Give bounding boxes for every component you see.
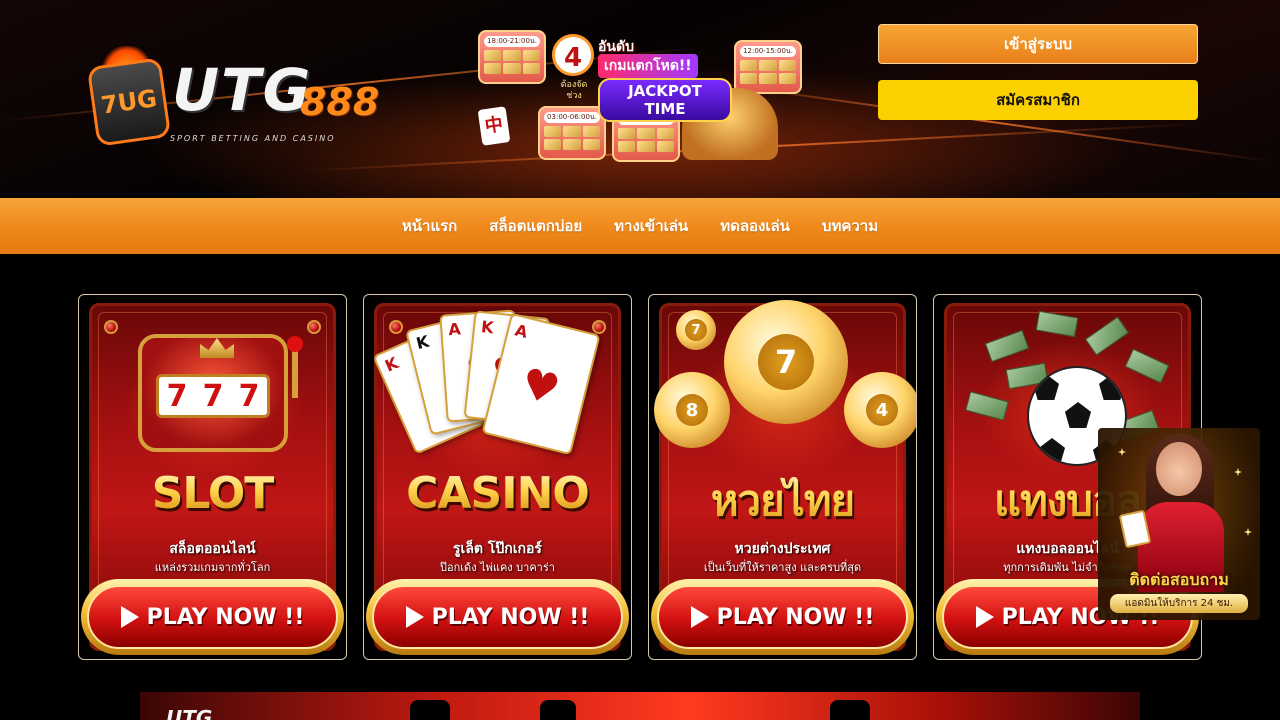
mahjong-tile-icon: 中 <box>477 106 511 146</box>
gem-icon <box>104 320 118 334</box>
site-logo[interactable]: 7UG UTG 888 SPORT BETTING AND CASINO <box>86 46 382 148</box>
promo-rank: 4 <box>552 34 594 76</box>
lottery-ball-icon: 8 <box>654 372 730 448</box>
site-header: 7UG UTG 888 SPORT BETTING AND CASINO 18:… <box>0 0 1280 198</box>
register-button[interactable]: สมัครสมาชิก <box>878 80 1198 120</box>
nav-item-hot-slots[interactable]: สล็อตแตกบ่อย <box>489 214 582 238</box>
logo-badge: 7UG <box>86 57 172 147</box>
play-icon <box>405 606 424 628</box>
play-icon <box>120 606 139 628</box>
crown-icon <box>200 338 234 358</box>
contact-widget[interactable]: ติดต่อสอบถาม แอดมินให้บริการ 24 ชม. <box>1098 428 1260 620</box>
game-subtitle: รูเล็ต โป๊กเกอร์ <box>453 541 542 557</box>
lottery-ball-icon: 4 <box>844 372 916 448</box>
game-subtitle: หวยต่างประเทศ <box>734 541 831 557</box>
nav-item-entrance[interactable]: ทางเข้าเล่น <box>614 214 688 238</box>
play-now-label: PLAY NOW !! <box>146 604 305 630</box>
money-icon <box>1035 310 1079 338</box>
reel-symbol: 7 <box>238 378 260 414</box>
promo-time-card: 12:00-15:00น. <box>734 40 802 94</box>
game-subtitle: สล็อตออนไลน์ <box>169 541 256 557</box>
game-card-lottery[interactable]: 7 7 8 4 หวยไทย หวยต่างประเทศ เป็นเว็บที่… <box>648 294 917 660</box>
play-icon <box>975 606 994 628</box>
bottom-banner[interactable]: UTG <box>140 692 1140 720</box>
game-title: หวยไทย <box>662 468 903 534</box>
play-now-button[interactable]: PLAY NOW !! <box>651 579 914 655</box>
reel-symbol: 7 <box>166 378 188 414</box>
nav-item-home[interactable]: หน้าแรก <box>402 214 457 238</box>
promo-headline: 4 อันดับ เกมแตกโหด!! ต้องจัดช่วง JACKPOT… <box>552 28 732 126</box>
promo-line2: เกมแตกโหด!! <box>598 54 698 78</box>
promo-line3: ต้องจัดช่วง <box>560 80 588 101</box>
logo-tagline: SPORT BETTING AND CASINO <box>170 134 336 143</box>
game-description: ป๊อกเด้ง ไพ่แคง บาคาร่า <box>440 561 555 574</box>
sparkle-icon <box>1234 468 1242 476</box>
promo-time-label: 12:00-15:00น. <box>740 46 796 57</box>
banner-logo: UTG <box>166 706 213 720</box>
mascot-avatar <box>1156 442 1202 496</box>
promo-time-card: 18:00-21:00น. <box>478 30 546 84</box>
money-icon <box>984 329 1030 363</box>
money-icon <box>1124 348 1170 384</box>
lever-icon <box>287 336 303 398</box>
contact-title: ติดต่อสอบถาม <box>1129 570 1229 589</box>
sparkle-icon <box>1118 448 1126 456</box>
lottery-ball-icon: 7 <box>676 310 716 350</box>
game-card-slot[interactable]: 7 7 7 SLOT สล็อตออนไลน์ แหล่งรวมเกมจากทั… <box>78 294 347 660</box>
play-now-label: PLAY NOW !! <box>716 604 875 630</box>
nav-item-demo[interactable]: ทดลองเล่น <box>720 214 790 238</box>
play-now-button[interactable]: PLAY NOW !! <box>366 579 629 655</box>
banner-art <box>540 700 576 720</box>
contact-subtitle: แอดมินให้บริการ 24 ชม. <box>1110 594 1248 613</box>
promo-jackpot-label: JACKPOT TIME <box>598 78 732 122</box>
logo-number: 888 <box>300 80 380 124</box>
game-title: SLOT <box>92 468 333 519</box>
slot-machine-icon: 7 7 7 <box>138 334 303 452</box>
game-description: เป็นเว็บที่ให้ราคาสูง และครบที่สุด <box>703 561 862 574</box>
logo-wordmark: UTG <box>172 56 313 124</box>
slot-reels: 7 7 7 <box>156 374 270 418</box>
gem-icon <box>307 320 321 334</box>
jackpot-time-banner[interactable]: 18:00-21:00น. 12:00-15:00น. 03:00-06:00น… <box>472 26 814 166</box>
main-nav: หน้าแรก สล็อตแตกบ่อย ทางเข้าเล่น ทดลองเล… <box>0 198 1280 254</box>
banner-art <box>830 700 870 720</box>
login-button[interactable]: เข้าสู่ระบบ <box>878 24 1198 64</box>
gem-icon <box>389 320 403 334</box>
gem-icon <box>592 320 606 334</box>
lottery-ball-icon: 7 <box>724 300 848 424</box>
game-title: CASINO <box>377 468 618 519</box>
play-icon <box>690 606 709 628</box>
money-icon <box>965 391 1009 421</box>
nav-item-articles[interactable]: บทความ <box>822 214 878 238</box>
money-icon <box>1084 316 1130 356</box>
sparkle-icon <box>1244 528 1252 536</box>
reel-symbol: 7 <box>202 378 224 414</box>
promo-time-label: 18:00-21:00น. <box>484 36 540 47</box>
banner-art <box>410 700 450 720</box>
play-now-label: PLAY NOW !! <box>431 604 590 630</box>
play-now-button[interactable]: PLAY NOW !! <box>81 579 344 655</box>
game-description: แหล่งรวมเกมจากทั่วโลก <box>154 561 271 574</box>
game-card-casino[interactable]: K♦ K♠ A♥ K♥ A♥ CASINO รูเล็ต โป๊กเกอร์ ป… <box>363 294 632 660</box>
